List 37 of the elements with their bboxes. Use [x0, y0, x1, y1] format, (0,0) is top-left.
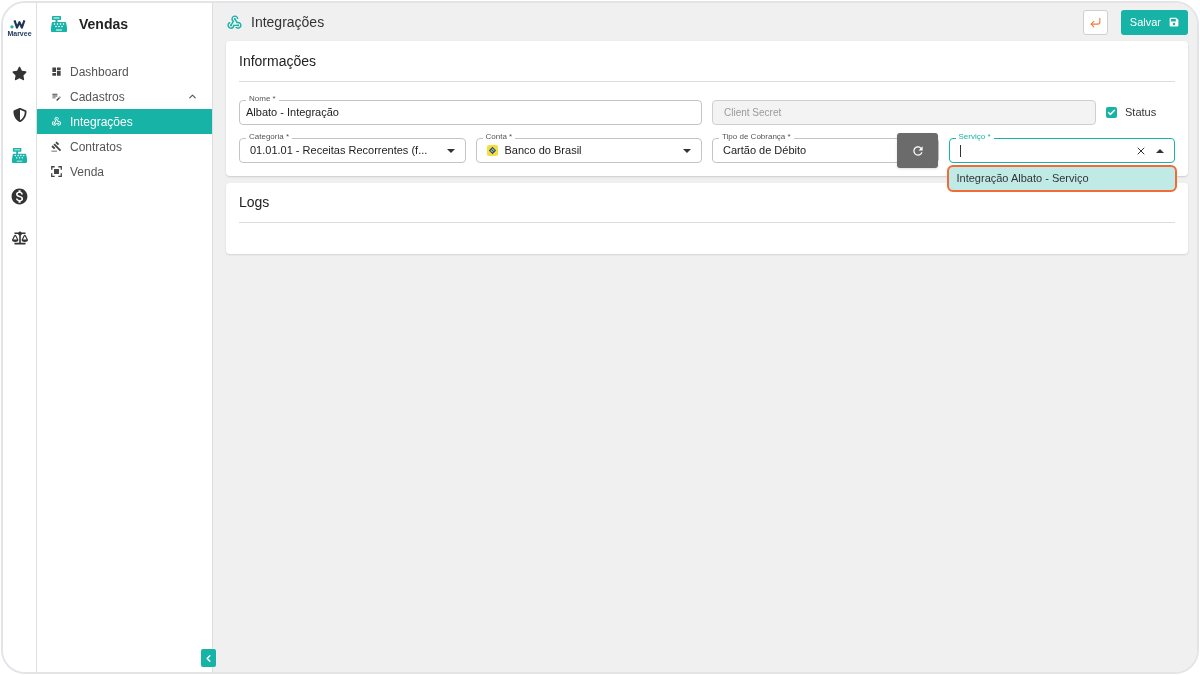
text-cursor: [959, 144, 961, 157]
dropdown-option[interactable]: Integração Albato - Serviço: [946, 165, 1177, 192]
refresh-icon: [910, 143, 925, 158]
card-title: Logs: [239, 193, 270, 212]
page-title: Integrações: [251, 12, 326, 32]
card-title: Informações: [239, 51, 317, 71]
account-logo-icon: [486, 145, 498, 156]
shield-icon[interactable]: [12, 107, 27, 122]
dropdown-caret-icon: [446, 148, 455, 153]
back-button[interactable]: [1082, 9, 1108, 35]
field-label: Nome *: [246, 94, 279, 104]
select-field[interactable]: Banco do Brasil: [475, 138, 702, 163]
dropdown-caret-icon: [683, 148, 691, 153]
dollar-coin-icon[interactable]: [10, 187, 29, 206]
sidebar-title: Vendas: [79, 14, 129, 34]
field-label: Conta *: [482, 132, 516, 142]
field-label: Serviço *: [955, 132, 994, 142]
dropdown-caret-icon: [1156, 148, 1164, 153]
webhook-icon: [51, 116, 62, 127]
text-field[interactable]: Albato - Integração: [239, 100, 702, 125]
scales-icon[interactable]: [11, 229, 28, 246]
list-edit-icon: [51, 91, 62, 102]
checkbox-label: Status: [1125, 105, 1157, 121]
dashboard-icon: [51, 66, 62, 77]
field-label: Tipo de Cobrança *: [719, 132, 794, 142]
gavel-icon: [51, 141, 62, 152]
cash-register-icon[interactable]: [12, 148, 27, 163]
refresh-button[interactable]: [897, 133, 938, 168]
webhook-icon: [226, 13, 243, 31]
collapse-button[interactable]: [201, 649, 216, 667]
focus-square-icon: [51, 166, 62, 177]
cash-register-icon: [50, 16, 68, 32]
star-icon[interactable]: [12, 66, 27, 81]
checkbox[interactable]: [1106, 107, 1117, 118]
field-label: Categoria *: [246, 132, 293, 142]
save-icon: [1169, 17, 1179, 27]
return-arrow-icon: [1088, 15, 1102, 29]
